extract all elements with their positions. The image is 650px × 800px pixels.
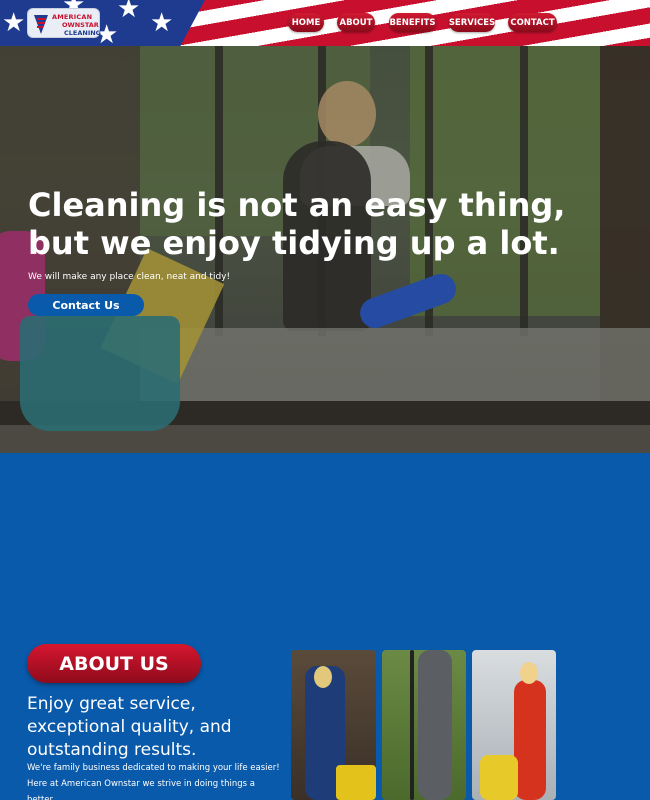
logo-text-line1: AMERICAN [52, 13, 93, 21]
hero-headline: Cleaning is not an easy thing, but we en… [28, 186, 566, 262]
contact-us-button[interactable]: Contact Us [28, 294, 144, 316]
photo-bucket [336, 765, 376, 800]
site-header: ★ ★ ★ ★ ★ AMERICAN OWNSTAR CLEANING HOME… [0, 0, 650, 46]
photo-cleaner-head [520, 662, 538, 684]
nav-services[interactable]: SERVICES [449, 13, 495, 32]
about-photo-3 [472, 650, 556, 800]
star-icon: ★ [2, 8, 26, 38]
photo-pressure-washer [410, 650, 414, 800]
about-photo-2 [382, 650, 466, 800]
about-body-text: We're family business dedicated to makin… [27, 763, 280, 800]
hero-section: Cleaning is not an easy thing, but we en… [0, 46, 650, 453]
star-icon: ★ [150, 8, 174, 38]
photo-cleaner-figure [514, 680, 546, 800]
star-icon: ★ [117, 0, 141, 24]
hero-subtext: We will make any place clean, neat and t… [28, 272, 231, 282]
logo-text-line3: CLEANING [64, 29, 102, 37]
photo-vacuum [480, 755, 518, 800]
about-tagline: Enjoy great service, exceptional quality… [27, 694, 232, 760]
nav-about[interactable]: ABOUT [337, 13, 375, 32]
logo-text-line2: OWNSTAR [62, 21, 99, 29]
site-logo[interactable]: AMERICAN OWNSTAR CLEANING [27, 8, 102, 38]
about-photo-1 [291, 650, 376, 800]
nav-benefits[interactable]: BENEFITS [389, 13, 436, 32]
nav-home[interactable]: HOME [288, 13, 324, 32]
nav-contact[interactable]: CONTACT [508, 13, 557, 32]
about-us-heading: ABOUT US [27, 644, 201, 683]
photo-cleaner-figure [418, 650, 452, 800]
logo-mark-icon [34, 15, 48, 34]
photo-cleaner-head [314, 666, 332, 688]
